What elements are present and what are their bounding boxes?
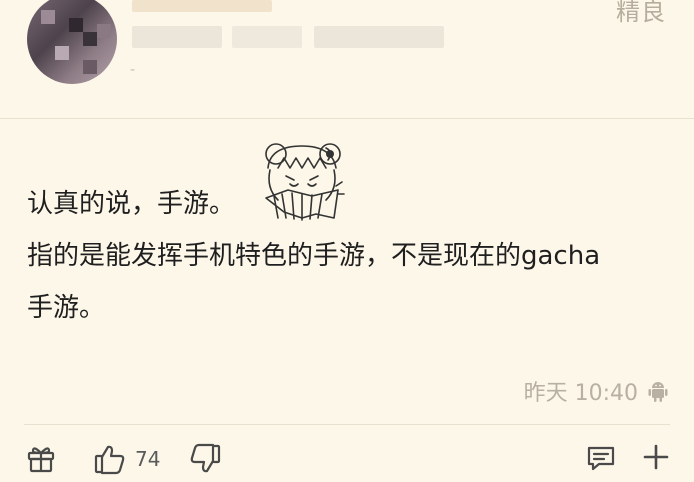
plus-icon — [643, 444, 669, 470]
like-button[interactable]: 74 — [93, 442, 168, 476]
post-line-3: 手游。 — [27, 293, 106, 323]
thumbs-up-icon — [94, 445, 125, 475]
avatar[interactable] — [27, 0, 117, 84]
divider — [24, 424, 670, 425]
android-icon — [648, 382, 668, 402]
action-bar: 74 — [0, 436, 694, 482]
dislike-button[interactable] — [188, 442, 222, 476]
comment-icon — [587, 446, 615, 471]
post-line-2: 指的是能发挥手机特色的手游，不是现在的gacha — [27, 241, 601, 271]
gift-icon — [27, 447, 55, 473]
comment-button[interactable] — [585, 442, 617, 474]
post-line-1: 认真的说，手游。 — [27, 189, 236, 219]
like-count: 74 — [135, 447, 161, 471]
more-button[interactable] — [641, 442, 671, 472]
thumbs-down-icon — [190, 443, 221, 473]
timestamp: 昨天 10:40 — [523, 381, 638, 406]
gift-button[interactable] — [25, 442, 57, 474]
quality-tag: 精良 — [616, 0, 666, 26]
post-meta: 昨天 10:40 — [524, 375, 670, 407]
author-meta: - — [130, 62, 136, 78]
post-content: 认真的说，手游。 指的是能发挥手机特色的手游，不是现在的gacha 手游。 — [27, 178, 667, 334]
post-header: - 精良 — [0, 0, 694, 119]
